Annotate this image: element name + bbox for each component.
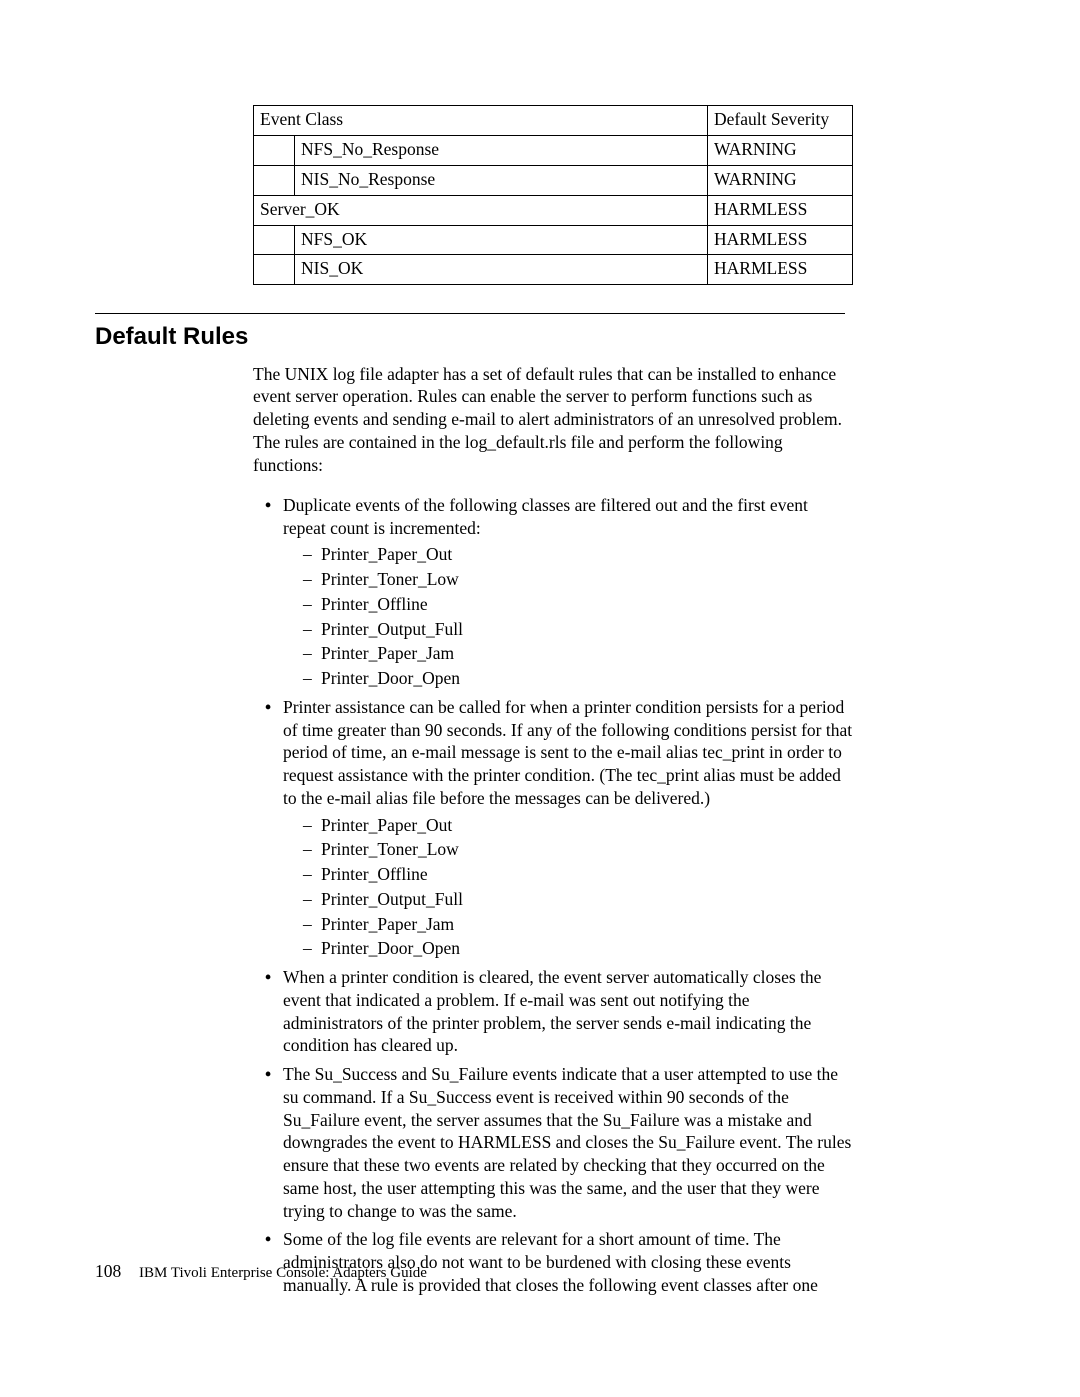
event-class-table: Event Class Default Severity NFS_No_Resp… xyxy=(253,105,853,285)
bullet-icon: • xyxy=(265,1228,271,1251)
sub-list-item: –Printer_Offline xyxy=(307,863,853,886)
dash-icon: – xyxy=(303,863,312,886)
dash-icon: – xyxy=(303,543,312,566)
table-row: Server_OK HARMLESS xyxy=(254,195,853,225)
list-item: • Printer assistance can be called for w… xyxy=(269,696,853,960)
list-item-text: Printer assistance can be called for whe… xyxy=(283,697,852,808)
dash-icon: – xyxy=(303,913,312,936)
list-item-text: Duplicate events of the following classe… xyxy=(283,495,808,538)
sub-item-text: Printer_Paper_Jam xyxy=(321,643,454,663)
event-name-cell: Server_OK xyxy=(254,195,708,225)
sub-item-text: Printer_Door_Open xyxy=(321,668,460,688)
sub-list-item: –Printer_Paper_Jam xyxy=(307,642,853,665)
section-title: Default Rules xyxy=(95,324,985,350)
dash-icon: – xyxy=(303,568,312,591)
dash-icon: – xyxy=(303,667,312,690)
section-rule xyxy=(95,313,845,314)
bullet-icon: • xyxy=(265,966,271,989)
body-column: The UNIX log file adapter has a set of d… xyxy=(253,363,853,1297)
sub-list-item: –Printer_Paper_Jam xyxy=(307,913,853,936)
event-name-cell: NFS_No_Response xyxy=(295,135,708,165)
dash-icon: – xyxy=(303,937,312,960)
list-item: • Duplicate events of the following clas… xyxy=(269,494,853,690)
table-header-row: Event Class Default Severity xyxy=(254,106,853,136)
col-header-default-severity: Default Severity xyxy=(708,106,853,136)
sub-item-text: Printer_Output_Full xyxy=(321,889,463,909)
sub-item-text: Printer_Output_Full xyxy=(321,619,463,639)
sub-item-text: Printer_Toner_Low xyxy=(321,839,459,859)
rules-bullet-list: • Duplicate events of the following clas… xyxy=(253,494,853,1297)
sub-list-item: –Printer_Paper_Out xyxy=(307,543,853,566)
sub-item-text: Printer_Offline xyxy=(321,864,428,884)
bullet-icon: • xyxy=(265,1063,271,1086)
indent-cell xyxy=(254,255,295,285)
sub-list-item: –Printer_Output_Full xyxy=(307,618,853,641)
sub-list-item: –Printer_Toner_Low xyxy=(307,568,853,591)
table-row: NFS_OK HARMLESS xyxy=(254,225,853,255)
bullet-icon: • xyxy=(265,494,271,517)
event-name-cell: NIS_OK xyxy=(295,255,708,285)
dash-icon: – xyxy=(303,814,312,837)
severity-cell: HARMLESS xyxy=(708,255,853,285)
dash-icon: – xyxy=(303,642,312,665)
table-row: NIS_No_Response WARNING xyxy=(254,165,853,195)
list-item-text: The Su_Success and Su_Failure events ind… xyxy=(283,1064,851,1221)
sub-list-item: –Printer_Door_Open xyxy=(307,937,853,960)
sub-list: –Printer_Paper_Out –Printer_Toner_Low –P… xyxy=(283,543,853,690)
sub-item-text: Printer_Toner_Low xyxy=(321,569,459,589)
list-item-text: When a printer condition is cleared, the… xyxy=(283,967,821,1055)
col-header-event-class: Event Class xyxy=(254,106,708,136)
severity-cell: WARNING xyxy=(708,165,853,195)
sub-list-item: –Printer_Output_Full xyxy=(307,888,853,911)
sub-item-text: Printer_Paper_Out xyxy=(321,544,452,564)
bullet-icon: • xyxy=(265,696,271,719)
sub-list: –Printer_Paper_Out –Printer_Toner_Low –P… xyxy=(283,814,853,961)
list-item: • When a printer condition is cleared, t… xyxy=(269,966,853,1057)
dash-icon: – xyxy=(303,618,312,641)
page-number: 108 xyxy=(95,1261,121,1281)
table-row: NIS_OK HARMLESS xyxy=(254,255,853,285)
list-item: • The Su_Success and Su_Failure events i… xyxy=(269,1063,853,1222)
event-name-cell: NIS_No_Response xyxy=(295,165,708,195)
sub-list-item: –Printer_Door_Open xyxy=(307,667,853,690)
dash-icon: – xyxy=(303,888,312,911)
sub-item-text: Printer_Offline xyxy=(321,594,428,614)
indent-cell xyxy=(254,165,295,195)
indent-cell xyxy=(254,135,295,165)
page: Event Class Default Severity NFS_No_Resp… xyxy=(0,0,1080,1397)
sub-list-item: –Printer_Toner_Low xyxy=(307,838,853,861)
page-footer: 108 IBM Tivoli Enterprise Console: Adapt… xyxy=(95,1261,427,1282)
dash-icon: – xyxy=(303,838,312,861)
severity-cell: HARMLESS xyxy=(708,225,853,255)
book-title: IBM Tivoli Enterprise Console: Adapters … xyxy=(139,1265,427,1281)
sub-list-item: –Printer_Offline xyxy=(307,593,853,616)
event-table-wrapper: Event Class Default Severity NFS_No_Resp… xyxy=(253,105,853,285)
sub-item-text: Printer_Door_Open xyxy=(321,938,460,958)
intro-paragraph: The UNIX log file adapter has a set of d… xyxy=(253,363,853,477)
table-row: NFS_No_Response WARNING xyxy=(254,135,853,165)
event-name-cell: NFS_OK xyxy=(295,225,708,255)
sub-list-item: –Printer_Paper_Out xyxy=(307,814,853,837)
sub-item-text: Printer_Paper_Out xyxy=(321,815,452,835)
dash-icon: – xyxy=(303,593,312,616)
severity-cell: HARMLESS xyxy=(708,195,853,225)
indent-cell xyxy=(254,225,295,255)
sub-item-text: Printer_Paper_Jam xyxy=(321,914,454,934)
severity-cell: WARNING xyxy=(708,135,853,165)
